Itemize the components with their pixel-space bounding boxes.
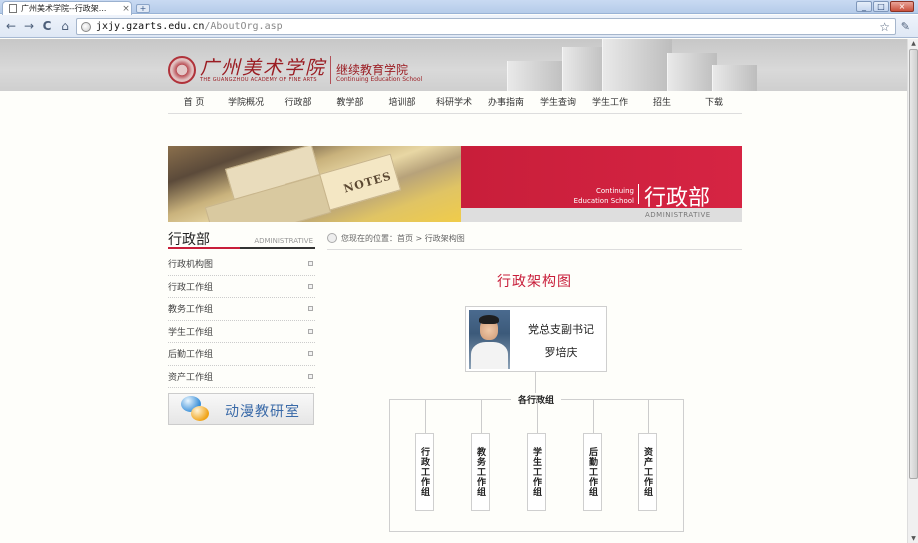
nav-item-training[interactable]: 培训部 xyxy=(376,96,428,113)
nav-item-about[interactable]: 学院概况 xyxy=(220,96,272,113)
forward-icon[interactable]: → xyxy=(22,19,36,33)
vertical-scrollbar[interactable]: ▲ ▼ xyxy=(907,39,918,543)
org-box-assets-group[interactable]: 资产工作组 xyxy=(638,433,657,511)
url-host: jxjy.gzarts.edu.cn xyxy=(96,21,205,32)
academy-seal-logo[interactable] xyxy=(168,56,196,84)
academy-name-logo[interactable]: 广州美术学院 xyxy=(200,53,326,80)
nav-item-student-work[interactable]: 学生工作 xyxy=(584,96,636,113)
sidebar-item-logistics-group[interactable]: 后勤工作组 xyxy=(168,343,315,366)
browser-titlebar: 广州美术学院--行政架... × + _ □ × xyxy=(0,0,918,15)
globe-icon xyxy=(81,21,91,32)
banner-divider xyxy=(638,184,639,204)
nav-item-admission[interactable]: 招生 xyxy=(636,96,688,113)
connector-line xyxy=(425,400,426,433)
minimize-button[interactable]: _ xyxy=(856,1,872,12)
nav-item-student-query[interactable]: 学生查询 xyxy=(532,96,584,113)
leader-title: 党总支副书记 xyxy=(528,323,594,336)
leader-card: 党总支副书记 罗培庆 xyxy=(465,306,607,372)
breadcrumb: 您现在的位置：首页 > 行政架构图 xyxy=(327,233,742,250)
nav-item-teaching[interactable]: 教学部 xyxy=(324,96,376,113)
connector-line xyxy=(535,372,536,394)
maximize-button[interactable]: □ xyxy=(873,1,889,12)
leader-photo xyxy=(469,310,510,369)
animation-lab-button[interactable]: 动漫教研室 xyxy=(168,393,314,425)
location-icon xyxy=(327,233,337,243)
scroll-up-icon[interactable]: ▲ xyxy=(908,39,918,48)
sidebar-title-en: ADMINISTRATIVE xyxy=(254,237,313,245)
banner-photo: NOTES xyxy=(168,146,461,222)
org-box-academic-group[interactable]: 教务工作组 xyxy=(471,433,490,511)
bookmark-star-icon[interactable]: ☆ xyxy=(879,20,890,34)
close-window-button[interactable]: × xyxy=(890,1,914,12)
reload-icon[interactable]: C xyxy=(40,19,54,33)
window-controls: _ □ × xyxy=(856,1,914,12)
banner-school-en: Continuing Education School xyxy=(573,187,634,205)
sidebar-title: 行政部 xyxy=(168,232,210,248)
sidebar-item-assets-group[interactable]: 资产工作组 xyxy=(168,366,315,388)
page-title: 行政架构图 xyxy=(497,274,572,290)
school-name-en: Continuing Education School xyxy=(336,76,423,83)
sidebar-item-academic-group[interactable]: 教务工作组 xyxy=(168,298,315,321)
nav-item-home[interactable]: 首 页 xyxy=(168,96,220,113)
tab-close-icon[interactable]: × xyxy=(121,4,131,14)
logo-divider xyxy=(330,56,331,84)
animation-lab-label: 动漫教研室 xyxy=(225,404,300,420)
page-icon xyxy=(9,4,17,13)
connector-line xyxy=(648,400,649,433)
org-box-student-group[interactable]: 学生工作组 xyxy=(527,433,546,511)
nav-item-guide[interactable]: 办事指南 xyxy=(480,96,532,113)
wrench-icon[interactable]: ✎ xyxy=(901,20,910,33)
sidebar-item-student-group[interactable]: 学生工作组 xyxy=(168,321,315,343)
breadcrumb-home-link[interactable]: 首页 xyxy=(397,234,413,243)
bullet-square-icon xyxy=(308,373,313,379)
nav-item-admin[interactable]: 行政部 xyxy=(272,96,324,113)
bullet-square-icon xyxy=(308,261,313,267)
sidebar-item-admin-group[interactable]: 行政工作组 xyxy=(168,276,315,298)
buildings-graphic xyxy=(507,39,757,91)
sidebar-item-org-chart[interactable]: 行政机构图 xyxy=(168,253,315,276)
academy-name-en: THE GUANGZHOU ACADEMY OF FINE ARTS xyxy=(200,77,317,83)
browser-tab[interactable]: 广州美术学院--行政架... × xyxy=(2,1,132,15)
bullet-square-icon xyxy=(308,283,313,289)
section-banner: NOTES Continuing Education School 行政部 AD… xyxy=(168,146,742,222)
back-icon[interactable]: ← xyxy=(4,19,18,33)
sidebar-list: 行政机构图 行政工作组 教务工作组 学生工作组 后勤工作组 资产工作组 xyxy=(168,253,315,388)
chat-bubble-icon xyxy=(191,406,209,421)
site-header: 广州美术学院 THE GUANGZHOU ACADEMY OF FINE ART… xyxy=(0,39,907,91)
url-path: /AboutOrg.asp xyxy=(204,21,283,32)
new-tab-button[interactable]: + xyxy=(136,4,150,13)
leader-name: 罗培庆 xyxy=(544,346,578,359)
banner-subtitle: ADMINISTRATIVE xyxy=(645,211,711,219)
scrollbar-thumb[interactable] xyxy=(909,49,918,479)
main-nav: 首 页 学院概况 行政部 教学部 培训部 科研学术 办事指南 学生查询 学生工作… xyxy=(168,96,742,114)
connector-line xyxy=(593,400,594,433)
org-box-admin-group[interactable]: 行政工作组 xyxy=(415,433,434,511)
address-bar[interactable]: jxjy.gzarts.edu.cn/AboutOrg.asp xyxy=(76,18,896,35)
breadcrumb-current: 行政架构图 xyxy=(424,234,465,243)
org-box-logistics-group[interactable]: 后勤工作组 xyxy=(583,433,602,511)
groups-label: 各行政组 xyxy=(511,393,561,406)
banner-title: 行政部 xyxy=(644,186,711,211)
nav-item-research[interactable]: 科研学术 xyxy=(428,96,480,113)
home-icon[interactable]: ⌂ xyxy=(58,19,72,33)
scroll-down-icon[interactable]: ▼ xyxy=(908,534,918,543)
bullet-square-icon xyxy=(308,328,313,334)
sidebar-header: 行政部 ADMINISTRATIVE xyxy=(168,229,315,249)
connector-line xyxy=(481,400,482,433)
bullet-square-icon xyxy=(308,351,313,357)
sidebar: 行政部 ADMINISTRATIVE 行政机构图 行政工作组 教务工作组 学生工… xyxy=(168,229,315,425)
browser-toolbar: ← → C ⌂ jxjy.gzarts.edu.cn/AboutOrg.asp … xyxy=(0,15,918,38)
bullet-square-icon xyxy=(308,306,313,312)
nav-item-download[interactable]: 下载 xyxy=(688,96,740,113)
connector-line xyxy=(537,400,538,433)
tab-title: 广州美术学院--行政架... xyxy=(21,4,107,13)
